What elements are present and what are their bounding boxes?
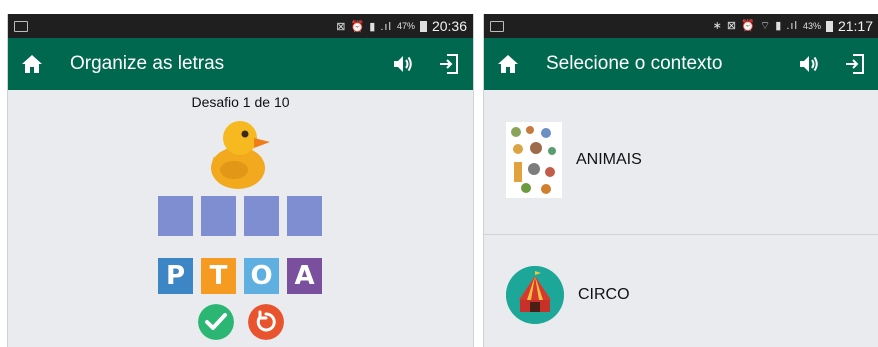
check-icon[interactable] (198, 304, 234, 340)
letter-tile[interactable]: T (201, 258, 236, 294)
page-title: Selecione o contexto (546, 53, 723, 74)
battery-icon (419, 20, 427, 32)
word-game-screen: ⊠ ⏰ ▮ .ıl 47% 20:36 Organize as letras D… (7, 14, 474, 347)
battery-level: 43% (802, 21, 821, 31)
speaker-icon[interactable] (797, 52, 821, 76)
home-icon[interactable] (20, 52, 44, 76)
letter-tile[interactable]: P (158, 258, 193, 294)
battery-icon (825, 20, 833, 32)
answer-slots (158, 196, 322, 236)
status-icons: ⊠ ⏰ ▮ .ıl (336, 20, 392, 33)
app-bar: Selecione o contexto (484, 38, 878, 90)
notification-icon (14, 20, 28, 32)
home-icon[interactable] (496, 52, 520, 76)
page-title: Organize as letras (70, 53, 225, 74)
clock: 21:17 (837, 18, 873, 34)
letter-tile[interactable]: A (287, 258, 322, 294)
letter-tile[interactable]: O (244, 258, 279, 294)
answer-slot[interactable] (201, 196, 236, 236)
context-label: ANIMAIS (576, 151, 642, 168)
context-select-screen: ∗ ⊠ ⏰ ⌔ ▮ .ıl 43% 21:17 Selecione o cont… (483, 14, 878, 347)
answer-slot[interactable] (287, 196, 322, 236)
animals-thumbnail (506, 122, 562, 198)
context-label: CIRCO (578, 286, 630, 303)
undo-icon[interactable] (248, 304, 284, 340)
circus-tent-icon (506, 266, 564, 324)
battery-level: 47% (396, 21, 415, 31)
divider (484, 234, 878, 235)
challenge-counter: Desafio 1 de 10 (191, 94, 290, 110)
answer-slot[interactable] (244, 196, 279, 236)
context-item-circo[interactable]: CIRCO (484, 266, 878, 324)
letter-tiles: P T O A (158, 258, 322, 294)
app-bar: Organize as letras (8, 38, 473, 90)
status-icons: ∗ ⊠ ⏰ ⌔ ▮ .ıl (712, 20, 798, 32)
answer-slot[interactable] (158, 196, 193, 236)
speaker-icon[interactable] (391, 52, 415, 76)
status-bar: ⊠ ⏰ ▮ .ıl 47% 20:36 (8, 14, 473, 38)
status-bar: ∗ ⊠ ⏰ ⌔ ▮ .ıl 43% 21:17 (484, 14, 878, 38)
clock: 20:36 (431, 18, 467, 34)
exit-icon[interactable] (843, 52, 867, 76)
duck-icon (211, 121, 270, 189)
exit-icon[interactable] (437, 52, 461, 76)
context-item-animais[interactable]: ANIMAIS (484, 122, 878, 198)
notification-icon (490, 20, 504, 32)
